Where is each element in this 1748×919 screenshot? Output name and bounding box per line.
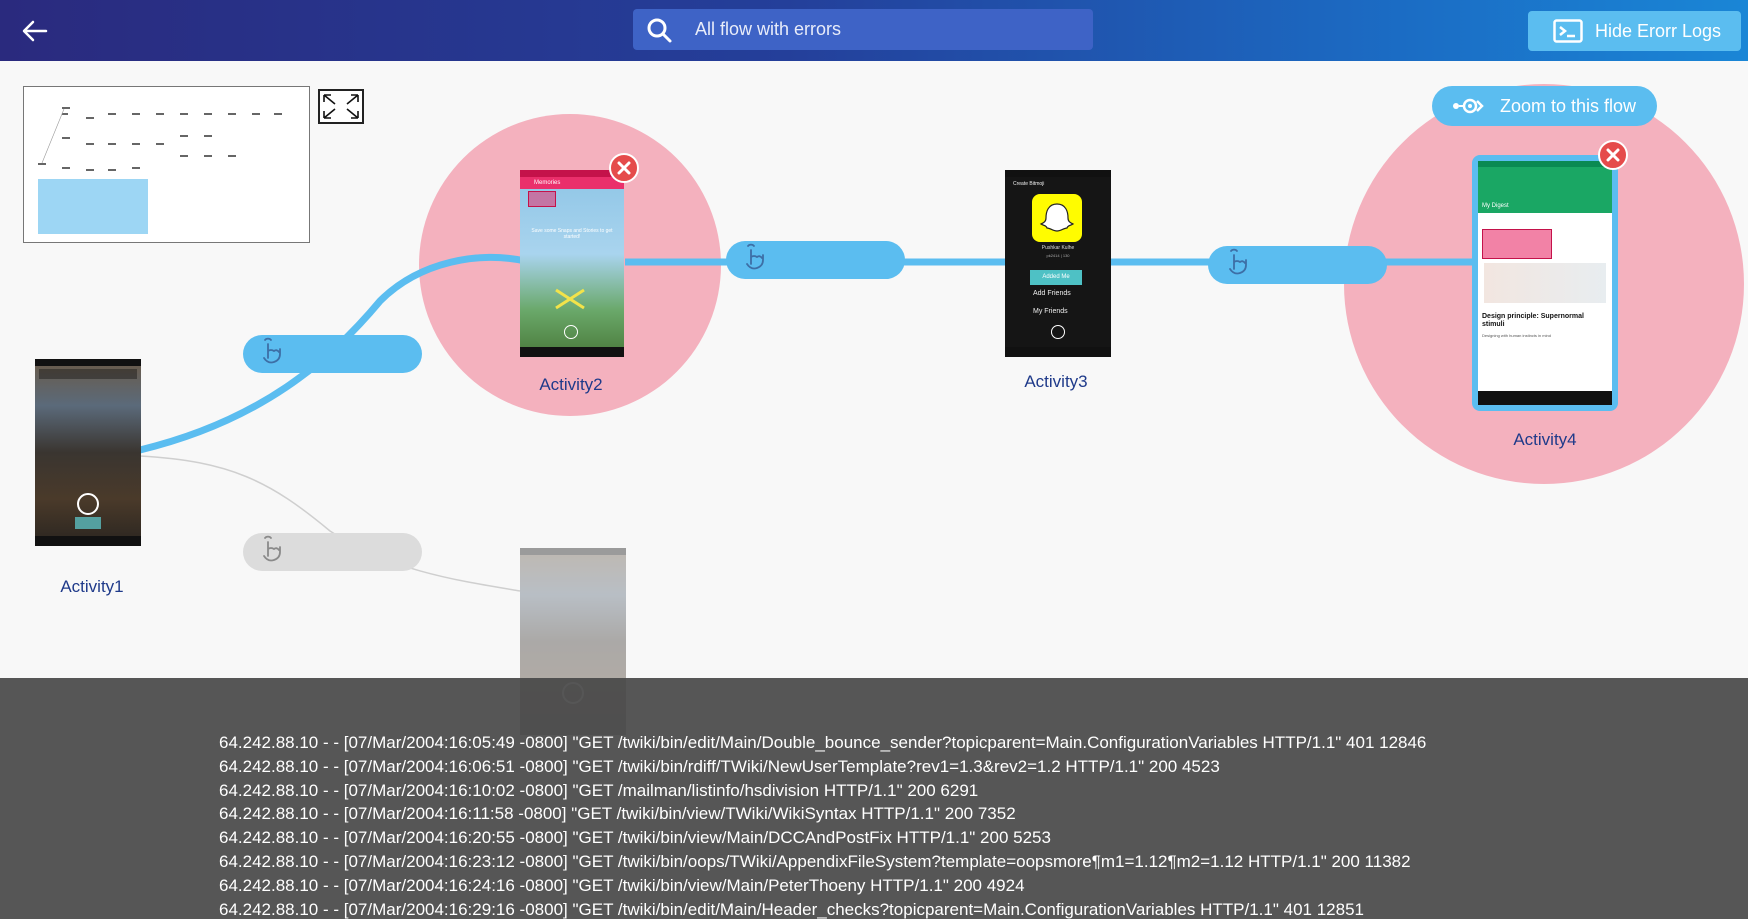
tap-action-pill-2 xyxy=(726,241,905,279)
shutter-icon xyxy=(77,493,99,515)
hide-error-logs-button[interactable]: Hide Erorr Logs xyxy=(1528,11,1741,51)
fullscreen-button[interactable] xyxy=(318,89,364,124)
log-line: 64.242.88.10 - - [07/Mar/2004:16:20:55 -… xyxy=(219,828,1051,848)
article-subtitle: Designing with human instincts in mind xyxy=(1482,333,1551,338)
ghost-icon xyxy=(1039,203,1075,232)
memories-title: Memories xyxy=(534,180,561,186)
flow-icon xyxy=(1453,98,1484,114)
added-me-button[interactable]: Added Me xyxy=(1030,270,1082,285)
log-line: 64.242.88.10 - - [07/Mar/2004:16:10:02 -… xyxy=(219,780,979,800)
terminal-icon xyxy=(1553,19,1583,43)
digest-header: My Digest xyxy=(1478,167,1612,213)
expand-icon xyxy=(323,94,359,119)
search-icon xyxy=(647,18,672,42)
activity2-label: Activity2 xyxy=(539,375,603,394)
status-bar xyxy=(520,548,626,555)
zoom-to-flow-button[interactable]: Zoom to this flow xyxy=(1432,86,1657,126)
shutter-icon xyxy=(564,325,578,339)
log-line: 64.242.88.10 - - [07/Mar/2004:16:11:58 -… xyxy=(219,804,1016,824)
error-cross-mark xyxy=(555,288,585,310)
nav-bar xyxy=(1005,347,1111,357)
activity1-screenshot[interactable] xyxy=(35,359,141,546)
close-icon xyxy=(1606,148,1620,162)
snapcode xyxy=(1032,194,1082,242)
activity4-screenshot[interactable]: My Digest Design principle: Supernormal … xyxy=(1472,155,1618,411)
error-region xyxy=(1482,229,1552,259)
close-icon xyxy=(617,161,631,175)
log-line: 64.242.88.10 - - [07/Mar/2004:16:23:12 -… xyxy=(219,851,1411,871)
activity3-label: Activity3 xyxy=(1024,372,1088,391)
activity1-label: Activity1 xyxy=(60,577,124,596)
log-line: 64.242.88.10 - - [07/Mar/2004:16:29:16 -… xyxy=(219,899,1364,919)
flow-canvas[interactable]: Zoom to this flow Activity1 Memories Sav… xyxy=(0,61,1748,735)
tap-action-pill-inactive xyxy=(243,533,422,571)
top-bar: All flow with errors Hide Erorr Logs xyxy=(0,0,1748,61)
shutter-icon xyxy=(1051,325,1065,339)
search-input[interactable]: All flow with errors xyxy=(695,19,841,40)
search-strip xyxy=(39,369,137,379)
digest-header-text: My Digest xyxy=(1482,203,1509,209)
profile-score: pk2414 | 130 xyxy=(1046,253,1070,258)
nav-bar xyxy=(520,347,624,357)
bitmoji-header-text: Create Bitmoji xyxy=(1013,181,1045,187)
add-friends-item[interactable]: Add Friends xyxy=(1033,290,1071,297)
activity4-screen: My Digest Design principle: Supernormal … xyxy=(1478,161,1612,405)
activity3-screenshot[interactable]: Create Bitmoji Pushkar Kulhe pk2414 | 13… xyxy=(1005,170,1111,357)
search-bar[interactable]: All flow with errors xyxy=(633,9,1093,50)
activity2-error-icon[interactable] xyxy=(609,153,639,183)
error-logs-panel[interactable]: 64.242.88.10 - - [07/Mar/2004:16:05:49 -… xyxy=(0,678,1748,919)
minimap[interactable] xyxy=(23,86,310,243)
minimap-viewport[interactable] xyxy=(38,179,148,234)
activity4-error-icon[interactable] xyxy=(1598,140,1628,170)
selected-region xyxy=(75,517,101,529)
zoom-to-flow-label: Zoom to this flow xyxy=(1500,95,1637,116)
hide-error-logs-label: Hide Erorr Logs xyxy=(1595,20,1722,41)
status-bar xyxy=(1005,170,1111,177)
empty-state-message: Save some Snaps and Stories to get start… xyxy=(531,228,613,240)
status-bar xyxy=(35,359,141,366)
tap-action-pill-1 xyxy=(243,335,422,373)
error-region xyxy=(528,191,556,207)
activity4-label: Activity4 xyxy=(1513,430,1577,449)
my-friends-item[interactable]: My Friends xyxy=(1033,308,1068,315)
nav-bar xyxy=(35,536,141,546)
activity2-screenshot[interactable]: Memories Save some Snaps and Stories to … xyxy=(520,170,624,357)
article-illustration xyxy=(1484,263,1606,303)
log-line: 64.242.88.10 - - [07/Mar/2004:16:06:51 -… xyxy=(219,756,1220,776)
bitmoji-header: Create Bitmoji xyxy=(1005,177,1111,191)
article-title: Design principle: Supernormal stimuli xyxy=(1482,313,1584,328)
profile-name: Pushkar Kulhe xyxy=(1041,245,1075,251)
memories-header: Memories xyxy=(520,177,624,189)
log-line: 64.242.88.10 - - [07/Mar/2004:16:24:16 -… xyxy=(219,875,1025,895)
nav-bar xyxy=(1478,391,1612,405)
log-line: 64.242.88.10 - - [07/Mar/2004:16:05:49 -… xyxy=(219,733,1427,752)
back-arrow-icon[interactable] xyxy=(18,14,52,48)
